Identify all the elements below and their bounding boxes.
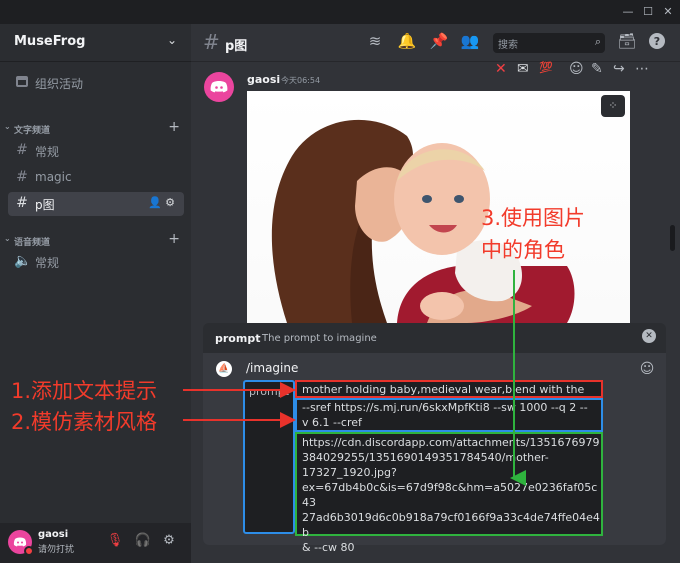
chevron-down-icon: ⌄ (4, 234, 11, 243)
forward-icon[interactable]: ↪ (613, 61, 625, 77)
channel-label: p图 (35, 198, 55, 212)
prompt-text-box[interactable]: mother holding baby,medieval wear,blend … (295, 380, 603, 411)
server-name: MuseFrog (14, 34, 86, 49)
avatar[interactable] (8, 530, 34, 556)
message-timestamp: 今天06:54 (281, 76, 321, 85)
category-label: 语音频道 (14, 238, 51, 248)
title-bar: — ☐ ✕ (0, 0, 680, 24)
bell-icon[interactable]: 🔔 (397, 32, 417, 52)
annotation-step3-line2: 中的角色 (481, 238, 565, 262)
message-input[interactable]: ⛵ /imagine ☺ prompt mother holding baby,… (203, 353, 666, 554)
help-icon[interactable]: ? (647, 32, 667, 52)
emoji-icon[interactable]: ☺ (569, 61, 584, 77)
channel-label: 常规 (35, 256, 60, 270)
user-status: 请勿打扰 (38, 545, 75, 555)
channel-label: magic (35, 170, 72, 184)
cross-mark-icon[interactable]: ✕ (495, 61, 507, 77)
command-option-description: The prompt to imagine (262, 333, 377, 344)
hundred-points-reaction[interactable]: 💯 (539, 61, 553, 74)
emoji-icon[interactable]: ☺ (638, 361, 656, 379)
close-icon[interactable]: ✕ (642, 329, 656, 343)
message-avatar[interactable] (204, 72, 234, 102)
add-channel-icon[interactable]: + (168, 231, 180, 247)
channel-header: # p图 ≋ 🔔 📌 👥 搜索 ⌕ 🗃 ? (191, 24, 680, 62)
sidebar-item-events[interactable]: 组织活动 (8, 71, 184, 95)
user-name: gaosi (38, 529, 69, 540)
more-icon[interactable]: ⋯ (635, 61, 649, 77)
hash-icon: # (16, 142, 28, 158)
annotation-step1: 1.添加文本提示 (11, 379, 158, 403)
category-voice-channels[interactable]: ⌄ 语音频道 + (4, 231, 184, 249)
hash-icon: # (16, 169, 28, 185)
command-panel: prompt The prompt to imagine ✕ ⛵ /imagin… (203, 323, 666, 554)
category-text-channels[interactable]: ⌄ 文字频道 + (4, 119, 184, 137)
chevron-down-icon: ⌄ (4, 122, 11, 131)
server-header[interactable]: MuseFrog ⌄ (0, 24, 191, 62)
chevron-down-icon[interactable]: ⌄ (167, 33, 177, 47)
gear-icon[interactable]: ⚙ (160, 533, 178, 551)
command-name: /imagine (246, 361, 299, 375)
close-window-button[interactable]: ✕ (660, 4, 676, 20)
command-option-title: prompt (215, 332, 261, 345)
bot-icon: ⛵ (216, 361, 232, 377)
dnd-status-icon (24, 546, 34, 556)
maximize-button[interactable]: ☐ (640, 4, 656, 20)
inbox-icon[interactable]: 🗃 (617, 32, 637, 52)
hash-icon: # (203, 30, 220, 54)
sidebar-item-label: 组织活动 (35, 77, 84, 91)
user-panel: gaosi 请勿打扰 🎙 🎧 ⚙ (0, 523, 191, 563)
annotation-step2: 2.模仿素材风格 (11, 410, 158, 434)
style-reference-box[interactable]: --sref https://s.mj.run/6skxMpfKti8 --sw… (295, 398, 603, 432)
pin-icon[interactable]: 📌 (429, 32, 449, 52)
scrollbar[interactable] (670, 225, 675, 251)
members-icon[interactable]: 👥 (460, 32, 480, 52)
search-placeholder: 搜索 (498, 40, 518, 51)
sidebar-item-channel[interactable]: # 常规 (8, 139, 184, 163)
channel-label: 常规 (35, 145, 60, 159)
sref-line-1: --sref https://s.mj.run/6skxMpfKti8 --sw… (302, 401, 588, 414)
add-member-icon[interactable]: 👤 (148, 196, 165, 209)
headphones-icon[interactable]: 🎧 (134, 533, 152, 551)
channel-title: p图 (225, 39, 248, 54)
search-icon: ⌕ (594, 35, 601, 48)
svg-text:?: ? (654, 35, 660, 48)
add-channel-icon[interactable]: + (168, 119, 180, 135)
sref-line-2: v 6.1 --cref (302, 416, 362, 429)
calendar-icon (14, 74, 30, 92)
category-label: 文字频道 (14, 126, 51, 136)
envelope-icon[interactable]: ✉ (517, 61, 529, 77)
option-label-box: prompt (243, 380, 295, 534)
message-actions-bar: ✕ ✉ 💯 ☺ ✎ ↪ ⋯ (492, 60, 662, 82)
hash-icon: # (16, 195, 28, 211)
edit-icon[interactable]: ✎ (591, 61, 603, 77)
threads-icon[interactable]: ≋ (365, 32, 385, 52)
sidebar-item-channel-active[interactable]: # p图 👤⚙ (8, 192, 184, 216)
sidebar-item-channel[interactable]: # magic (8, 166, 184, 190)
channel-sidebar: MuseFrog ⌄ 组织活动 ⌄ 文字频道 + # 常规 # magic # … (0, 24, 191, 563)
search-input[interactable]: 搜索 ⌕ (493, 33, 605, 53)
message-author[interactable]: gaosi (247, 73, 280, 86)
speaker-icon: 🔈 (14, 253, 32, 269)
option-label: prompt (249, 385, 290, 398)
minimize-button[interactable]: — (620, 4, 636, 20)
sidebar-item-voice-channel[interactable]: 🔈 常规 (8, 250, 184, 274)
apps-icon[interactable]: ⁘ (601, 95, 625, 117)
gear-icon[interactable]: ⚙ (165, 196, 178, 209)
annotation-step3-line1: 3.使用图片 (481, 206, 586, 230)
mute-microphone-icon[interactable]: 🎙 (106, 533, 124, 551)
character-reference-box[interactable]: https://cdn.discordapp.com/attachments/1… (295, 432, 603, 554)
